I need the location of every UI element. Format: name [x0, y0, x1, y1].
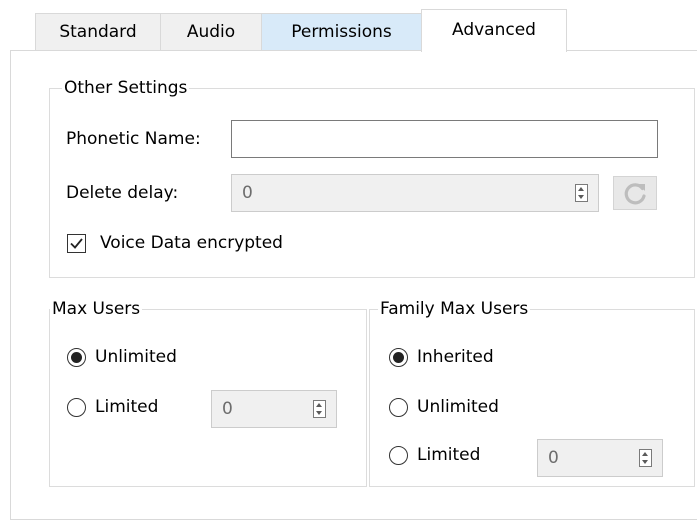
spin-arrows-icon[interactable]	[575, 184, 588, 202]
max-users-group: Max Users Unlimited Limited 0	[49, 297, 367, 487]
tab-advanced[interactable]: Advanced	[421, 9, 567, 52]
family-limited-spinbox[interactable]: 0	[537, 439, 663, 477]
other-settings-title: Other Settings	[62, 76, 190, 100]
delete-delay-spinbox[interactable]: 0	[231, 174, 599, 212]
other-settings-group: Other Settings Phonetic Name: Delete del…	[49, 76, 695, 278]
phonetic-name-label: Phonetic Name:	[66, 129, 201, 149]
family-unlimited-label: Unlimited	[417, 397, 499, 417]
voice-encrypted-checkbox[interactable]	[67, 234, 86, 253]
max-users-limited-value: 0	[222, 399, 233, 419]
max-users-limited-label: Limited	[95, 397, 159, 417]
family-limited-value: 0	[548, 448, 559, 468]
max-users-limited-radio[interactable]	[67, 398, 86, 417]
tab-audio[interactable]: Audio	[160, 13, 262, 51]
tab-permissions[interactable]: Permissions	[261, 13, 422, 51]
spin-arrows-icon[interactable]	[639, 449, 652, 467]
family-unlimited-radio[interactable]	[389, 398, 408, 417]
tab-bar: Standard Audio Permissions Advanced	[35, 9, 697, 52]
advanced-panel: Other Settings Phonetic Name: Delete del…	[10, 50, 697, 520]
tab-label: Standard	[59, 22, 137, 42]
checkmark-icon	[70, 238, 83, 249]
max-users-limited-spinbox[interactable]: 0	[211, 390, 337, 428]
max-users-title: Max Users	[50, 297, 143, 321]
voice-encrypted-label: Voice Data encrypted	[100, 233, 283, 253]
family-inherited-radio[interactable]	[389, 348, 408, 367]
delete-delay-label: Delete delay:	[66, 183, 179, 203]
delete-delay-value: 0	[242, 183, 253, 203]
family-max-users-group: Family Max Users Inherited Unlimited Lim…	[369, 297, 695, 487]
tab-label: Advanced	[452, 20, 536, 40]
family-limited-label: Limited	[417, 445, 481, 465]
family-inherited-label: Inherited	[417, 347, 494, 367]
family-max-users-title: Family Max Users	[378, 297, 531, 321]
refresh-button[interactable]	[613, 176, 657, 210]
refresh-icon	[624, 183, 646, 205]
tab-label: Permissions	[291, 22, 392, 42]
tab-standard[interactable]: Standard	[35, 13, 161, 51]
family-limited-radio[interactable]	[389, 446, 408, 465]
spin-arrows-icon[interactable]	[313, 400, 326, 418]
max-users-unlimited-label: Unlimited	[95, 347, 177, 367]
phonetic-name-input[interactable]	[231, 120, 658, 158]
tab-label: Audio	[186, 22, 236, 42]
max-users-unlimited-radio[interactable]	[67, 348, 86, 367]
